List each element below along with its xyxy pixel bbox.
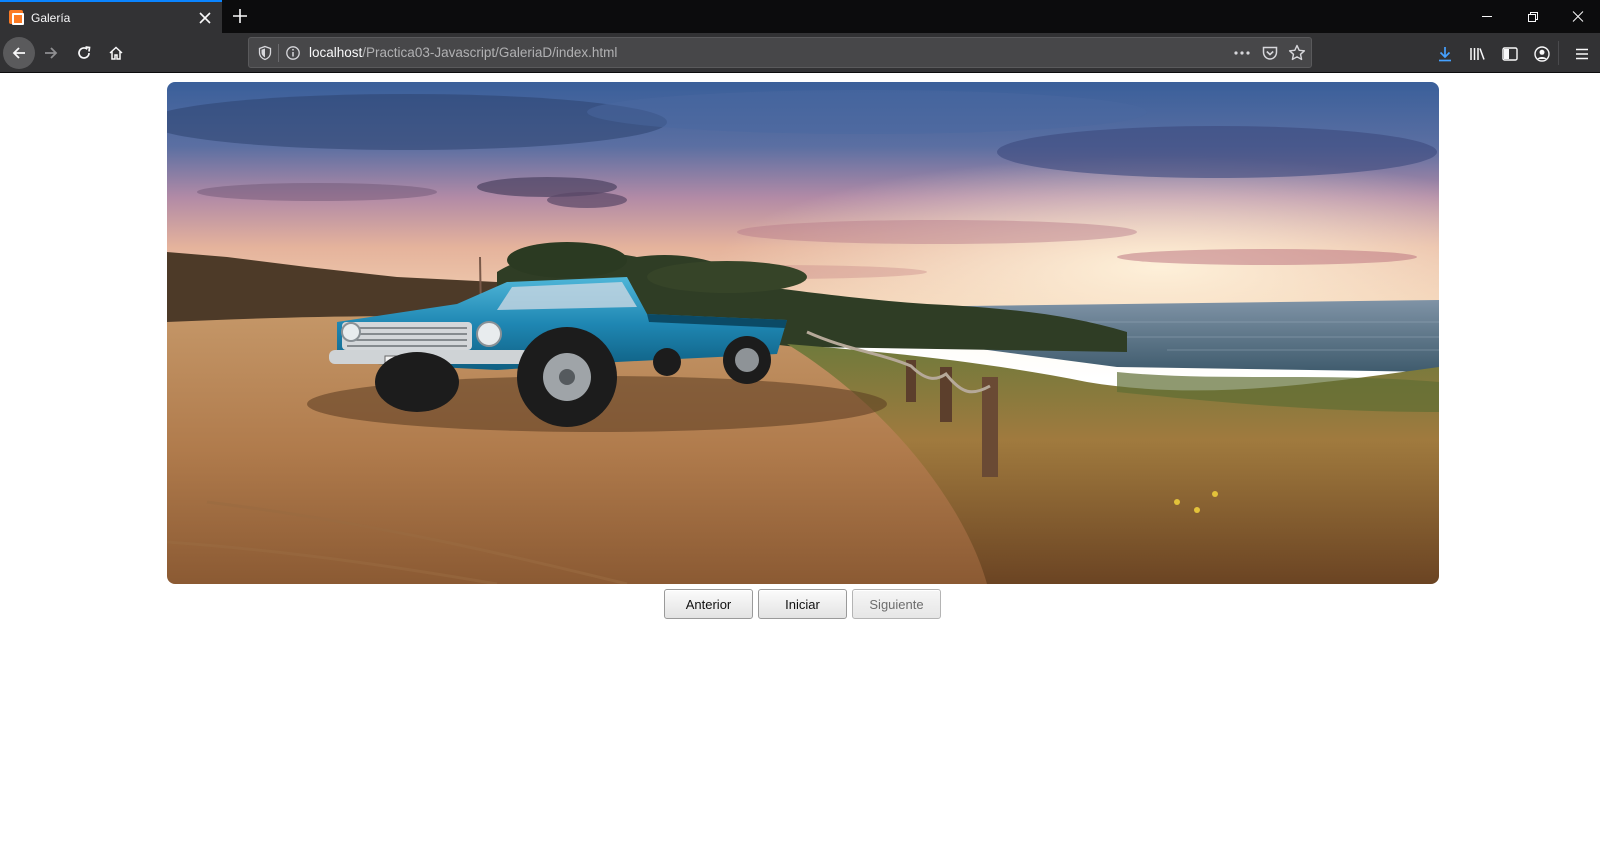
info-icon[interactable] — [285, 45, 301, 66]
restore-icon[interactable] — [1510, 0, 1556, 33]
pocket-icon[interactable] — [1261, 44, 1279, 67]
xampp-favicon-icon — [9, 10, 24, 25]
url-path: /Practica03-Javascript/GaleriaD/index.ht… — [362, 45, 618, 60]
tab-galeria[interactable]: Galería — [0, 0, 222, 33]
star-icon[interactable] — [1287, 43, 1307, 68]
url-bar[interactable]: localhost/Practica03-Javascript/GaleriaD… — [248, 37, 1312, 68]
gallery-image — [167, 82, 1439, 584]
tab-title: Galería — [31, 11, 71, 25]
tab-strip: Galería — [0, 0, 1600, 33]
url-separator — [278, 44, 279, 62]
back-icon[interactable] — [3, 37, 35, 69]
more-icon[interactable] — [1232, 44, 1252, 67]
menu-icon[interactable] — [1573, 45, 1591, 63]
start-button[interactable]: Iniciar — [758, 589, 847, 619]
download-icon[interactable] — [1436, 45, 1454, 63]
plus-icon[interactable] — [230, 6, 250, 26]
reload-icon[interactable] — [68, 37, 100, 69]
previous-button[interactable]: Anterior — [664, 589, 753, 619]
home-icon[interactable] — [100, 37, 132, 69]
window-close-icon[interactable] — [1556, 0, 1600, 33]
toolbar-separator — [1558, 41, 1559, 65]
close-icon[interactable] — [196, 9, 214, 27]
account-icon[interactable] — [1533, 45, 1551, 63]
url-host: localhost — [309, 45, 363, 60]
shield-icon[interactable] — [257, 45, 273, 66]
minimize-icon[interactable] — [1464, 0, 1510, 33]
url-text[interactable]: localhost/Practica03-Javascript/GaleriaD… — [309, 45, 617, 60]
next-button[interactable]: Siguiente — [852, 589, 941, 619]
forward-icon[interactable] — [35, 37, 67, 69]
library-icon[interactable] — [1468, 45, 1486, 63]
sidebar-icon[interactable] — [1501, 45, 1519, 63]
navigation-toolbar: localhost/Practica03-Javascript/GaleriaD… — [0, 33, 1600, 73]
